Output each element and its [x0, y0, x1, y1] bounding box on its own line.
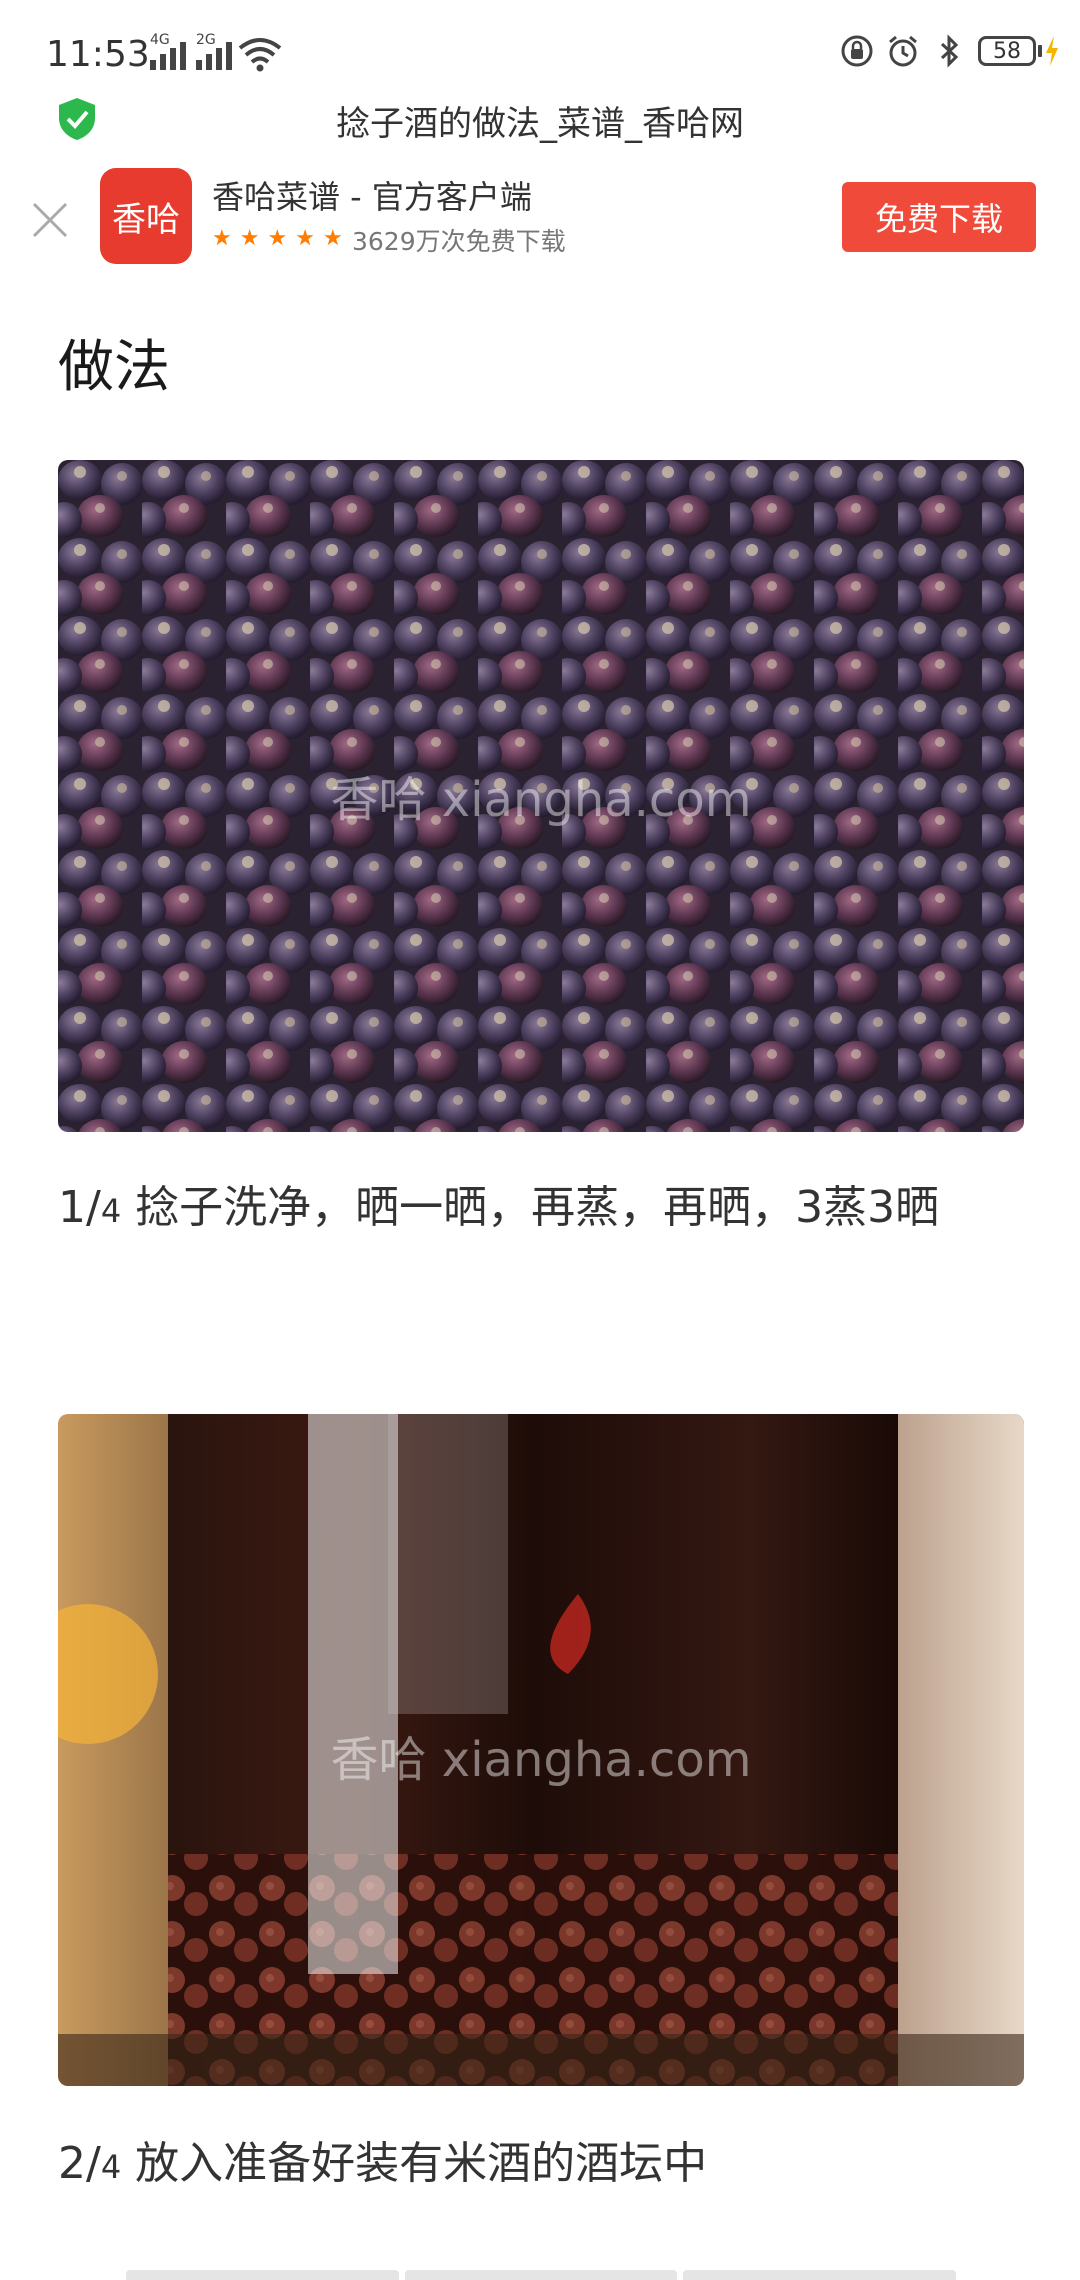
lock-rotation-icon — [841, 35, 873, 67]
title-bar: 捻子酒的做法_菜谱_香哈网 — [0, 86, 1080, 156]
bottom-tab-strip — [126, 2270, 957, 2280]
star-icon: ★ — [239, 226, 260, 251]
star-icon: ★ — [322, 226, 343, 251]
rating-stars: ★ ★ ★ ★ ★ — [212, 226, 343, 252]
step-image-2[interactable]: 香哈 xiangha.com — [58, 1414, 1024, 2086]
download-count: 3629万次免费下载 — [352, 227, 566, 256]
step-image-1[interactable]: 香哈 xiangha.com — [58, 460, 1024, 1132]
app-logo[interactable]: 香哈 — [100, 168, 192, 264]
section-title: 做法 — [58, 335, 170, 400]
star-icon: ★ — [212, 226, 232, 251]
watermark: 香哈 xiangha.com — [330, 772, 752, 828]
bottom-tab[interactable] — [404, 2270, 678, 2280]
alarm-icon — [889, 35, 917, 67]
watermark: 香哈 xiangha.com — [330, 1732, 752, 1788]
app-name: 香哈菜谱 - 官方客户端 — [212, 178, 532, 216]
star-icon: ★ — [295, 226, 315, 251]
signal-4g-icon: 4G — [150, 32, 186, 70]
battery-level: 58 — [978, 36, 1036, 66]
page-title: 捻子酒的做法_菜谱_香哈网 — [336, 104, 744, 144]
bluetooth-icon — [940, 34, 959, 68]
bottom-tab[interactable] — [126, 2270, 399, 2280]
star-icon: ★ — [267, 226, 288, 251]
status-bar: 11:53 4G 2G 58 — [0, 0, 1080, 100]
step-text-2: 2/4 放入准备好装有米酒的酒坛中 — [58, 2138, 708, 2189]
download-button[interactable]: 免费下载 — [842, 182, 1036, 252]
status-time: 11:53 — [46, 34, 150, 75]
close-icon[interactable] — [28, 198, 72, 242]
bottom-tab[interactable] — [683, 2270, 957, 2280]
signal-2g-icon: 2G — [196, 32, 232, 70]
wifi-icon — [238, 38, 282, 72]
battery-icon: 58 — [978, 36, 1060, 66]
step-text-1: 1/4 捻子洗净，晒一晒，再蒸，再晒，3蒸3晒 — [58, 1182, 940, 1233]
app-download-banner[interactable]: 香哈 香哈菜谱 - 官方客户端 ★ ★ ★ ★ ★ 3629万次免费下载 免费下… — [0, 160, 1080, 280]
